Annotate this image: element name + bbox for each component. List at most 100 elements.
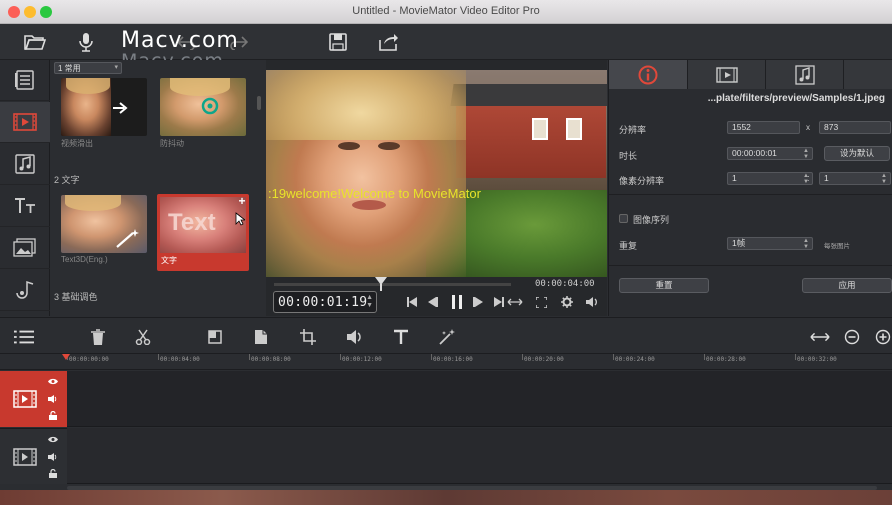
- library-scrollbar[interactable]: [257, 96, 261, 110]
- roof: [450, 84, 607, 106]
- rail-filters[interactable]: [0, 102, 50, 143]
- video-track-icon: [13, 390, 37, 408]
- width-field[interactable]: 1552: [727, 121, 800, 134]
- skip-end-icon[interactable]: [494, 297, 524, 307]
- pixel-den-field[interactable]: 1 ▲ ▼: [819, 172, 891, 185]
- open-folder-icon[interactable]: [22, 29, 48, 55]
- pixel-num-value: 1: [732, 173, 737, 183]
- category-dropdown[interactable]: 1 常用 ▾: [54, 62, 122, 74]
- video-track-icon: [13, 448, 37, 466]
- rail-audio[interactable]: [0, 144, 50, 185]
- ruler-tick: 00:00:08:00: [251, 356, 291, 363]
- track-menu-icon[interactable]: [14, 327, 34, 347]
- settings-gear-icon[interactable]: [561, 296, 573, 308]
- video-frame[interactable]: :19welcome!Welcome to MovieMator: [266, 70, 607, 277]
- timeline-ruler[interactable]: 00:00:00:00 00:00:04:00 00:00:08:00 00:0…: [67, 354, 892, 370]
- pixel-num-field[interactable]: 1 ▲ ▼: [727, 172, 813, 185]
- image-sequence-checkbox[interactable]: [619, 214, 628, 223]
- filter-thumb-text-selected[interactable]: Text + 文字: [157, 194, 249, 271]
- cut-icon[interactable]: [133, 327, 153, 347]
- video-filter-icon: [715, 66, 738, 83]
- pause-icon[interactable]: [451, 295, 463, 309]
- ruler-tick: 00:00:28:00: [706, 356, 746, 363]
- stepper-icon[interactable]: ▲ ▼: [803, 148, 809, 160]
- track-header-video-2[interactable]: [0, 428, 67, 484]
- add-filter-icon[interactable]: +: [237, 195, 247, 207]
- mouse-cursor-icon: [235, 212, 245, 226]
- fit-width-icon[interactable]: [810, 327, 830, 347]
- rail-media[interactable]: [0, 60, 50, 101]
- volume-icon[interactable]: [345, 327, 365, 347]
- eye-icon[interactable]: [48, 378, 58, 385]
- delete-icon[interactable]: [88, 327, 108, 347]
- zoom-in-icon[interactable]: [873, 327, 892, 347]
- window-pane: [566, 118, 582, 140]
- fullscreen-icon[interactable]: [536, 297, 547, 308]
- picture-icon: [13, 238, 36, 257]
- duration-label: 00:00:04:00: [535, 279, 595, 289]
- scrub-track[interactable]: [274, 283, 511, 286]
- timeline-playhead-icon[interactable]: [62, 354, 70, 362]
- eye-icon[interactable]: [48, 436, 58, 443]
- repeat-field[interactable]: 1帧 ▲ ▼: [727, 237, 813, 250]
- crop-square-icon[interactable]: [205, 327, 225, 347]
- paste-icon[interactable]: [251, 327, 271, 347]
- track-header-video-1[interactable]: [0, 371, 67, 427]
- zoom-out-icon[interactable]: [842, 327, 862, 347]
- lock-icon[interactable]: [49, 469, 57, 478]
- duration-value: 00:00:00:01: [732, 148, 777, 158]
- media-icon: [15, 70, 34, 90]
- portrait-hair: [266, 70, 466, 140]
- duration-prop-label: 时长: [619, 151, 638, 161]
- video-overlay-text: :19welcome!Welcome to MovieMator: [268, 186, 481, 201]
- house: [456, 98, 606, 178]
- arrow-right-icon: [113, 102, 128, 114]
- lock-icon[interactable]: [49, 411, 57, 420]
- timecode-field[interactable]: 00:00:01:19 ▲ ▼: [273, 291, 377, 313]
- export-icon[interactable]: [375, 29, 401, 55]
- height-field[interactable]: 873: [819, 121, 891, 134]
- stepper-icon[interactable]: ▲ ▼: [881, 173, 887, 185]
- window-pane: [532, 118, 548, 140]
- filter-thumb-stabilize[interactable]: [160, 78, 246, 136]
- skip-start-icon[interactable]: [407, 297, 417, 307]
- playhead-icon[interactable]: [375, 277, 387, 291]
- properties-panel: ...plate/filters/preview/Samples/1.jpeg …: [608, 60, 892, 316]
- repeat-label: 重复: [619, 241, 638, 251]
- magic-wand-icon: [116, 229, 139, 248]
- duration-field[interactable]: 00:00:00:01 ▲ ▼: [727, 147, 813, 160]
- speaker-icon[interactable]: [48, 453, 58, 461]
- rail-music-effects[interactable]: [0, 270, 50, 311]
- window-title: Untitled - MovieMator Video Editor Pro: [352, 5, 540, 17]
- step-forward-icon[interactable]: [473, 297, 483, 307]
- portrait-eye: [378, 142, 400, 150]
- tab-info[interactable]: [609, 60, 688, 89]
- info-icon: [638, 65, 658, 84]
- filter-thumb-text3d[interactable]: [61, 195, 147, 253]
- crop-icon[interactable]: [298, 327, 318, 347]
- stepper-icon[interactable]: ▲ ▼: [366, 294, 373, 310]
- ratio-separator: :: [807, 173, 810, 183]
- set-default-button[interactable]: 设为默认: [824, 146, 890, 161]
- step-back-icon[interactable]: [428, 297, 438, 307]
- rail-picture[interactable]: [0, 228, 50, 269]
- save-icon[interactable]: [325, 29, 351, 55]
- timecode-value: 00:00:01:19: [278, 295, 368, 310]
- tab-audio-filters[interactable]: [766, 60, 844, 89]
- section-title-color: 3 基础调色: [54, 292, 98, 302]
- title-bar: Untitled - MovieMator Video Editor Pro: [0, 0, 892, 24]
- volume-icon[interactable]: [586, 297, 598, 307]
- microphone-icon[interactable]: [73, 29, 99, 55]
- text-tool-icon[interactable]: [391, 327, 411, 347]
- track-lane-video-2[interactable]: [67, 428, 892, 484]
- reset-button[interactable]: 重置: [619, 278, 709, 293]
- stepper-icon[interactable]: ▲ ▼: [803, 238, 809, 250]
- tab-video-filters[interactable]: [688, 60, 766, 89]
- magic-wand-icon[interactable]: [437, 327, 457, 347]
- speaker-icon[interactable]: [48, 395, 58, 403]
- tab-extra[interactable]: [844, 60, 892, 89]
- track-lane-video-1[interactable]: [67, 371, 892, 427]
- apply-button[interactable]: 应用: [802, 278, 892, 293]
- rail-text[interactable]: [0, 186, 50, 227]
- filter-thumb-slide-out[interactable]: [61, 78, 147, 136]
